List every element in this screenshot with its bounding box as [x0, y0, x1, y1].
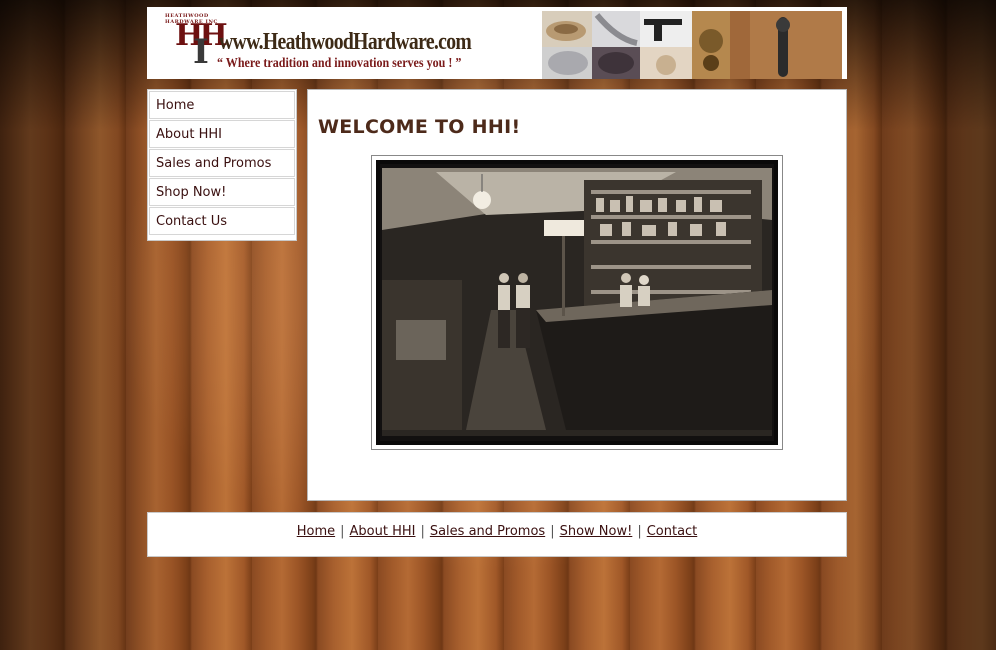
- footer-separator: |: [637, 524, 642, 539]
- sidebar-item-home[interactable]: Home: [149, 91, 295, 119]
- heathwood-logo[interactable]: HEATHWOOD HARDWARE INC HH I: [157, 11, 228, 75]
- footer-link-about[interactable]: About HHI: [350, 524, 416, 539]
- sidebar-item-shop-now[interactable]: Shop Now!: [149, 178, 295, 206]
- sidebar-item-sales-promos[interactable]: Sales and Promos: [149, 149, 295, 177]
- footer-separator: |: [340, 524, 345, 539]
- main-content: WELCOME TO HHI!: [307, 89, 847, 501]
- site-tagline: “ Where tradition and innovation serves …: [217, 56, 462, 71]
- footer-nav: Home | About HHI | Sales and Promos | Show Now…: [147, 512, 847, 557]
- logo-letter-i: I: [193, 32, 209, 72]
- sidebar-item-contact[interactable]: Contact Us: [149, 207, 295, 235]
- sidebar-item-about[interactable]: About HHI: [149, 120, 295, 148]
- site-header-banner: HEATHWOOD HARDWARE INC HH I www.Heathwoo…: [147, 7, 847, 79]
- store-photo-frame: [371, 155, 783, 450]
- footer-link-contact[interactable]: Contact: [647, 524, 698, 539]
- footer-link-home[interactable]: Home: [297, 524, 335, 539]
- footer-separator: |: [550, 524, 555, 539]
- vintage-store-photo: [372, 156, 782, 449]
- sidebar-nav: Home About HHI Sales and Promos Shop Now…: [147, 89, 297, 241]
- footer-link-sales-promos[interactable]: Sales and Promos: [430, 524, 545, 539]
- hardware-collage-image: [542, 11, 842, 79]
- page-title: WELCOME TO HHI!: [318, 116, 521, 138]
- site-url-text: www.HeathwoodHardware.com: [219, 29, 472, 55]
- footer-separator: |: [420, 524, 425, 539]
- footer-link-show-now[interactable]: Show Now!: [560, 524, 633, 539]
